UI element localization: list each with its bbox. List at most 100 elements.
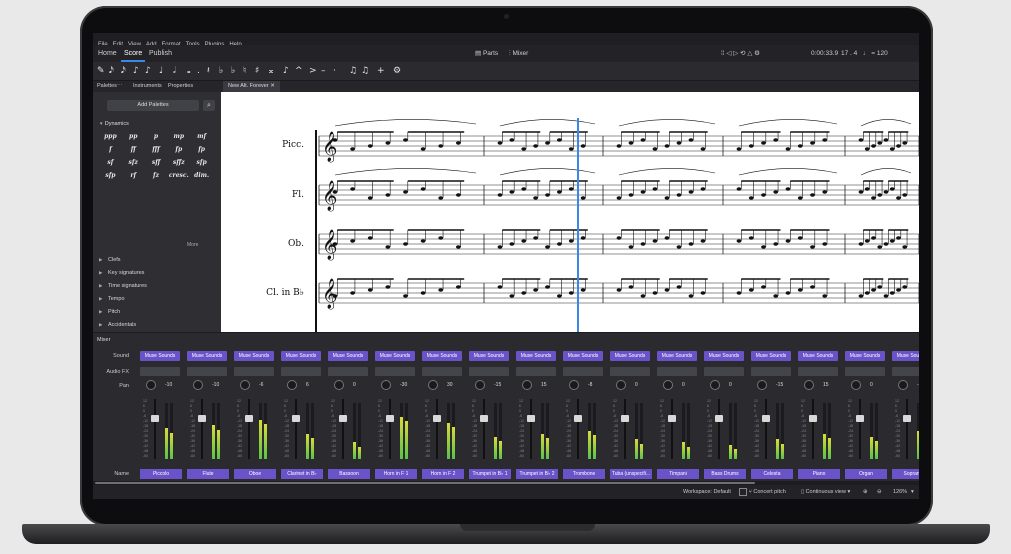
audio-fx-slot[interactable] bbox=[328, 367, 368, 376]
volume-fader-handle[interactable] bbox=[245, 415, 253, 422]
dynamic-cell[interactable]: ff bbox=[122, 144, 145, 156]
audio-fx-slot[interactable] bbox=[422, 367, 462, 376]
pan-knob[interactable] bbox=[757, 380, 767, 390]
volume-fader-handle[interactable] bbox=[762, 415, 770, 422]
dynamic-cell[interactable]: sff bbox=[145, 157, 168, 169]
concert-pitch-toggle[interactable]: ⑂ Concert pitch bbox=[739, 485, 786, 499]
dynamic-cell[interactable]: f bbox=[99, 144, 122, 156]
sound-button[interactable]: Muse Sounds bbox=[234, 351, 274, 361]
dynamic-cell[interactable]: cresc. bbox=[167, 170, 190, 182]
audio-fx-slot[interactable] bbox=[704, 367, 744, 376]
tab-instruments[interactable]: Instruments bbox=[133, 81, 162, 92]
close-icon[interactable]: ✕ bbox=[270, 83, 275, 89]
search-icon[interactable]: ⌕ bbox=[203, 100, 215, 111]
channel-name[interactable]: Flute bbox=[187, 469, 229, 479]
pan-knob[interactable] bbox=[428, 380, 438, 390]
pan-knob[interactable] bbox=[381, 380, 391, 390]
note-toolbar-icon[interactable]: ♮ bbox=[243, 62, 246, 80]
sound-button[interactable]: Muse Sounds bbox=[281, 351, 321, 361]
audio-fx-slot[interactable] bbox=[751, 367, 791, 376]
audio-fx-slot[interactable] bbox=[657, 367, 697, 376]
score-tab[interactable]: New Alt. Forever ✕ bbox=[223, 81, 280, 92]
pan-knob[interactable] bbox=[804, 380, 814, 390]
volume-fader-handle[interactable] bbox=[668, 415, 676, 422]
volume-fader-handle[interactable] bbox=[527, 415, 535, 422]
sound-button[interactable]: Muse Sounds bbox=[328, 351, 368, 361]
note-toolbar-icon[interactable]: > bbox=[309, 62, 317, 80]
note-toolbar-icon[interactable]: ♭ bbox=[219, 62, 223, 80]
volume-fader-handle[interactable] bbox=[433, 415, 441, 422]
volume-fader-handle[interactable] bbox=[292, 415, 300, 422]
dynamic-cell[interactable]: sffz bbox=[167, 157, 190, 169]
channel-name[interactable]: Organ bbox=[845, 469, 887, 479]
note-toolbar-icon[interactable]: ♯ bbox=[255, 62, 259, 80]
tab-score[interactable]: Score bbox=[121, 45, 146, 62]
sound-button[interactable]: Muse Sounds bbox=[798, 351, 838, 361]
note-toolbar-icon[interactable]: ⚙ bbox=[393, 62, 401, 80]
channel-name[interactable]: Trombone bbox=[563, 469, 605, 479]
volume-fader-handle[interactable] bbox=[621, 415, 629, 422]
dynamic-cell[interactable]: fp bbox=[190, 144, 213, 156]
channel-name[interactable]: Horn in F 2 bbox=[422, 469, 464, 479]
audio-fx-slot[interactable] bbox=[516, 367, 556, 376]
parts-button[interactable]: ▤ Parts bbox=[475, 45, 498, 62]
note-toolbar-icon[interactable]: ♫ bbox=[361, 62, 369, 80]
volume-fader-track[interactable] bbox=[295, 399, 297, 459]
volume-fader-track[interactable] bbox=[812, 399, 814, 459]
volume-fader-track[interactable] bbox=[436, 399, 438, 459]
dynamic-cell[interactable]: fz bbox=[145, 170, 168, 182]
sound-button[interactable]: Muse Sounds bbox=[892, 351, 919, 361]
note-toolbar-icon[interactable]: ♭ bbox=[231, 62, 235, 80]
dynamic-cell[interactable]: sfz bbox=[122, 157, 145, 169]
zoom-out-icon[interactable]: ⊖ bbox=[877, 485, 882, 499]
note-toolbar-icon[interactable]: ♪ bbox=[133, 62, 139, 80]
dynamic-cell[interactable]: fff bbox=[145, 144, 168, 156]
sound-button[interactable]: Muse Sounds bbox=[187, 351, 227, 361]
pan-knob[interactable] bbox=[851, 380, 861, 390]
workspace-selector[interactable]: Workspace: Default bbox=[683, 485, 731, 499]
audio-fx-slot[interactable] bbox=[845, 367, 885, 376]
pan-knob[interactable] bbox=[475, 380, 485, 390]
dynamic-cell[interactable]: rf bbox=[122, 170, 145, 182]
volume-fader-track[interactable] bbox=[248, 399, 250, 459]
dynamic-cell[interactable]: ppp bbox=[99, 131, 122, 143]
volume-fader-track[interactable] bbox=[671, 399, 673, 459]
palette-item[interactable]: ▶ Pitch bbox=[99, 309, 120, 315]
note-toolbar-icon[interactable]: 𝅗𝅥 bbox=[173, 62, 176, 80]
volume-fader-track[interactable] bbox=[530, 399, 532, 459]
volume-fader-handle[interactable] bbox=[715, 415, 723, 422]
channel-name[interactable]: Piccolo bbox=[140, 469, 182, 479]
tab-properties[interactable]: Properties bbox=[168, 81, 193, 92]
channel-name[interactable]: Bass Drums bbox=[704, 469, 746, 479]
volume-fader-track[interactable] bbox=[624, 399, 626, 459]
volume-fader-track[interactable] bbox=[201, 399, 203, 459]
volume-fader-handle[interactable] bbox=[339, 415, 347, 422]
mixer-button[interactable]: ⫶ Mixer bbox=[509, 45, 528, 62]
dynamic-cell[interactable]: dim. bbox=[190, 170, 213, 182]
palette-item[interactable]: ▶ Key signatures bbox=[99, 270, 144, 276]
note-toolbar-icon[interactable]: ♩ bbox=[159, 62, 163, 80]
audio-fx-slot[interactable] bbox=[892, 367, 919, 376]
note-toolbar-icon[interactable]: ^ bbox=[295, 62, 303, 80]
palettes-menu-icon[interactable]: ⋯ bbox=[117, 81, 123, 92]
note-toolbar-icon[interactable]: ♪ bbox=[145, 62, 151, 80]
dynamic-cell[interactable]: sf bbox=[99, 157, 122, 169]
sound-button[interactable]: Muse Sounds bbox=[610, 351, 650, 361]
pan-knob[interactable] bbox=[569, 380, 579, 390]
channel-name[interactable]: Timpani bbox=[657, 469, 699, 479]
scroll-thumb[interactable] bbox=[95, 482, 755, 484]
volume-fader-track[interactable] bbox=[718, 399, 720, 459]
audio-fx-slot[interactable] bbox=[610, 367, 650, 376]
channel-name[interactable]: Trumpet in B♭ 1 bbox=[469, 469, 511, 479]
dynamic-cell[interactable]: p bbox=[145, 131, 168, 143]
audio-fx-slot[interactable] bbox=[469, 367, 509, 376]
pan-knob[interactable] bbox=[616, 380, 626, 390]
sound-button[interactable]: Muse Sounds bbox=[845, 351, 885, 361]
volume-fader-track[interactable] bbox=[483, 399, 485, 459]
note-toolbar-icon[interactable]: ♪ bbox=[283, 62, 289, 80]
pan-knob[interactable] bbox=[710, 380, 720, 390]
dynamics-header[interactable]: ▼ Dynamics bbox=[99, 121, 129, 127]
sound-button[interactable]: Muse Sounds bbox=[657, 351, 697, 361]
sound-button[interactable]: Muse Sounds bbox=[751, 351, 791, 361]
pan-knob[interactable] bbox=[663, 380, 673, 390]
